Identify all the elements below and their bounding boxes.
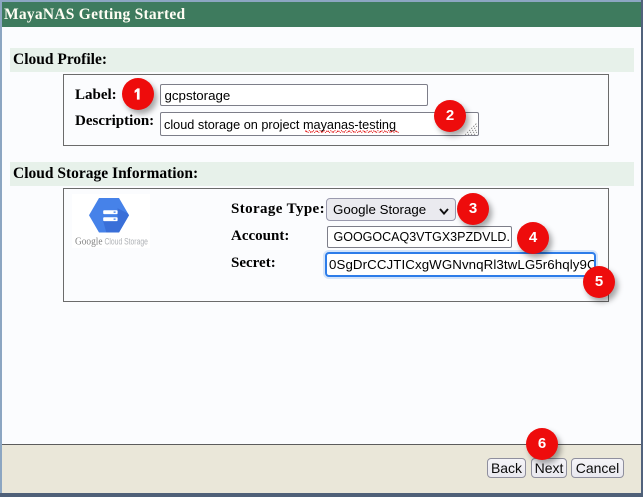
svg-text:Google: Google bbox=[75, 236, 103, 248]
svg-text:Cloud Storage: Cloud Storage bbox=[105, 237, 148, 248]
